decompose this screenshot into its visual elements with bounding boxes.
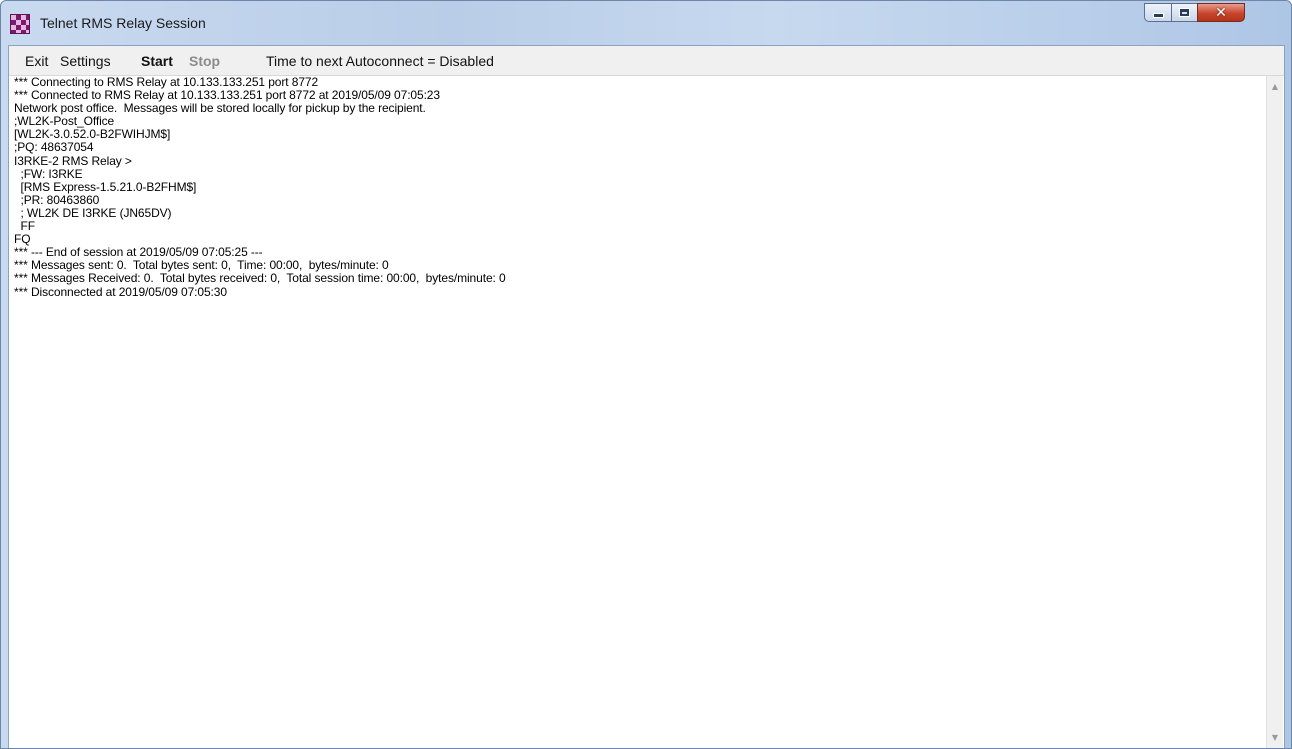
menu-exit[interactable]: Exit [25,53,48,69]
autoconnect-status: Time to next Autoconnect = Disabled [266,53,494,69]
log-line: Network post office. Messages will be st… [14,101,426,116]
close-button[interactable]: ✕ [1197,3,1245,22]
scroll-down-arrow-icon[interactable]: ▼ [1267,729,1283,746]
maximize-button[interactable] [1171,3,1198,22]
log-line: ;WL2K-Post_Office [14,114,115,129]
log-line: ; WL2K DE I3RKE (JN65DV) [14,205,172,220]
log-line: *** Disconnected at 2019/05/09 07:05:30 [14,284,227,299]
menu-settings[interactable]: Settings [60,53,111,69]
log-line: I3RKE-2 RMS Relay > [14,153,132,168]
minimize-icon [1152,13,1164,18]
vertical-scrollbar[interactable]: ▲ ▼ [1266,76,1283,748]
maximize-icon [1179,8,1190,17]
app-window: Telnet RMS Relay Session ✕ Exit Settings… [0,0,1292,749]
log-line: [WL2K-3.0.52.0-B2FWIHJM$] [14,127,171,142]
menu-start[interactable]: Start [141,53,173,69]
log-line: ;PQ: 48637054 [14,140,94,155]
log-line: [RMS Express-1.5.21.0-B2FHM$] [14,179,197,194]
client-area: Exit Settings Start Stop Time to next Au… [8,45,1285,748]
menu-bar: Exit Settings Start Stop Time to next Au… [9,46,1284,76]
log-line: ;PR: 80463860 [14,192,100,207]
log-line: *** Messages Received: 0. Total bytes re… [14,271,506,286]
close-icon: ✕ [1215,4,1227,21]
log-line: ;FW: I3RKE [14,166,83,181]
log-line: FF [14,219,35,234]
scroll-up-arrow-icon[interactable]: ▲ [1267,78,1283,95]
session-log[interactable]: *** Connecting to RMS Relay at 10.133.13… [14,76,1264,746]
menu-stop: Stop [189,53,221,69]
minimize-button[interactable] [1144,3,1172,22]
window-title: Telnet RMS Relay Session [40,15,206,31]
checkered-app-icon[interactable] [10,14,30,34]
title-bar[interactable]: Telnet RMS Relay Session ✕ [1,1,1291,45]
